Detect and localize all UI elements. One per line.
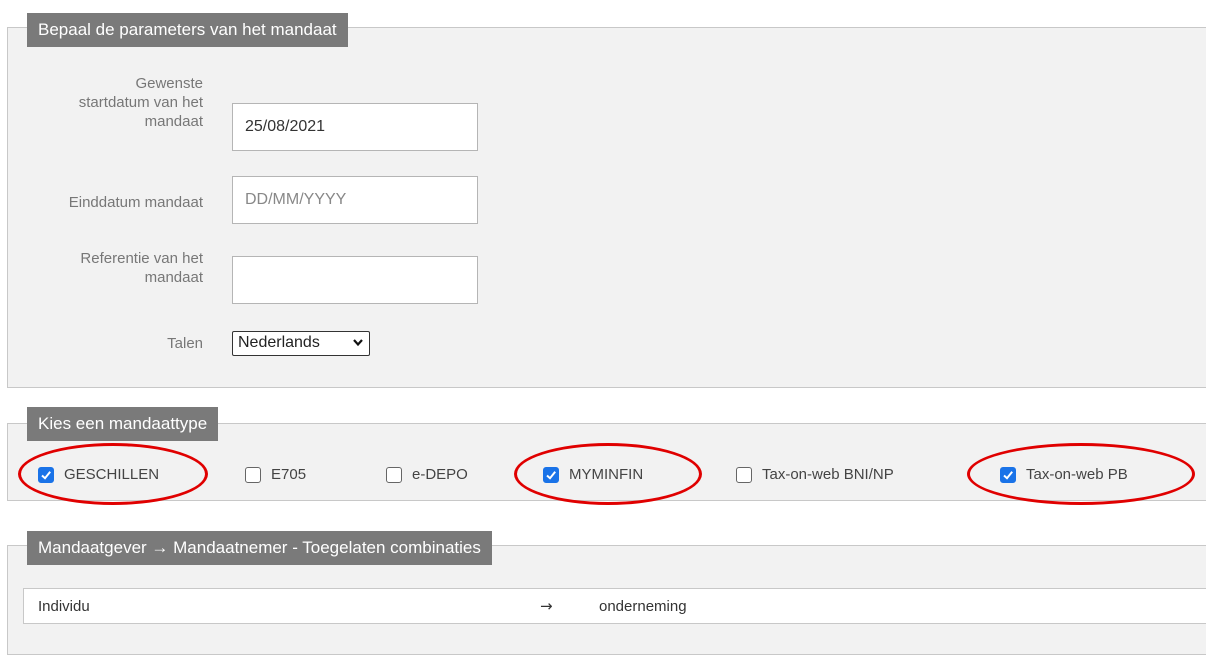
parameters-legend: Bepaal de parameters van het mandaat	[27, 13, 348, 47]
checkbox-tax-on-web-bni-np[interactable]	[736, 467, 752, 483]
mandate-type-legend: Kies een mandaattype	[27, 407, 219, 441]
combinations-legend: Mandaatgever → Mandaatnemer - Toegelaten…	[27, 531, 492, 565]
language-label: Talen	[167, 335, 203, 352]
arrow-right-icon: →	[540, 597, 553, 615]
reference-input[interactable]	[232, 256, 478, 304]
checkbox-e705[interactable]	[245, 467, 261, 483]
language-select-value: Nederlands	[238, 334, 320, 351]
combination-to: onderneming	[599, 598, 687, 615]
e-depo-label: e-DEPO	[412, 466, 468, 483]
geschillen-label: GESCHILLEN	[64, 466, 160, 483]
checkbox-tax-on-web-pb[interactable]	[1000, 467, 1016, 483]
combination-row: Individu → onderneming	[23, 588, 1206, 624]
myminfin-label: MYMINFIN	[569, 466, 644, 483]
checkbox-e-depo[interactable]	[386, 467, 402, 483]
start-date-label: Gewenste startdatum van het mandaat	[78, 75, 203, 130]
parameters-panel: Gewenste startdatum van het mandaat Eind…	[7, 27, 1206, 388]
tax-on-web-pb-label: Tax-on-web PB	[1026, 466, 1128, 483]
e705-label: E705	[271, 466, 307, 483]
checkbox-geschillen[interactable]	[38, 467, 54, 483]
tax-on-web-bni-np-label: Tax-on-web BNI/NP	[762, 466, 894, 483]
chevron-down-icon	[352, 332, 364, 360]
language-select[interactable]: Nederlands	[232, 331, 370, 356]
reference-label: Referentie van het mandaat	[80, 250, 203, 286]
checkbox-myminfin[interactable]	[543, 467, 559, 483]
start-date-input[interactable]	[232, 103, 478, 151]
combination-from: Individu	[38, 598, 90, 615]
end-date-input[interactable]	[232, 176, 478, 224]
end-date-label: Einddatum mandaat	[68, 194, 203, 211]
